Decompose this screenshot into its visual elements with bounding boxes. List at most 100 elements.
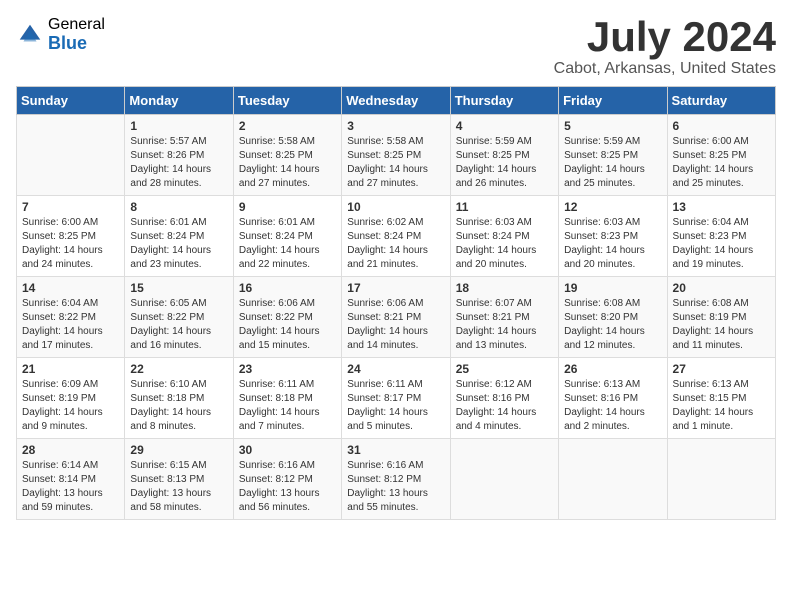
- day-number: 14: [22, 281, 119, 295]
- day-info: Sunrise: 5:57 AM Sunset: 8:26 PM Dayligh…: [130, 135, 227, 191]
- calendar-cell: 31Sunrise: 6:16 AM Sunset: 8:12 PM Dayli…: [342, 439, 450, 520]
- day-info: Sunrise: 6:01 AM Sunset: 8:24 PM Dayligh…: [130, 216, 227, 272]
- weekday-header: Sunday: [17, 87, 125, 115]
- calendar-cell: 11 Sunrise: 6:03 AM Sunset: 8:24 PM Dayli…: [450, 196, 558, 277]
- calendar-cell: 13 Sunrise: 6:04 AM Sunset: 8:23 PM Dayli…: [667, 196, 775, 277]
- day-number: 8: [130, 200, 227, 214]
- day-info: Sunrise: 5:58 AM Sunset: 8:25 PM Dayligh…: [347, 135, 444, 191]
- day-info: Sunrise: 6:03 AM Sunset: 8:24 PM Dayligh…: [456, 216, 553, 272]
- logo-icon: [16, 21, 44, 49]
- calendar-cell: 6Sunrise: 6:00 AM Sunset: 8:25 PM Daylig…: [667, 115, 775, 196]
- day-info: Sunrise: 6:04 AM Sunset: 8:23 PM Dayligh…: [673, 216, 770, 272]
- calendar-cell: 18 Sunrise: 6:07 AM Sunset: 8:21 PM Dayli…: [450, 277, 558, 358]
- day-info: Sunrise: 6:05 AM Sunset: 8:22 PM Dayligh…: [130, 297, 227, 353]
- day-info: Sunrise: 6:00 AM Sunset: 8:25 PM Dayligh…: [673, 135, 770, 191]
- day-info: Sunrise: 5:59 AM Sunset: 8:25 PM Dayligh…: [564, 135, 661, 191]
- weekday-header: Wednesday: [342, 87, 450, 115]
- day-number: 12: [564, 200, 661, 214]
- day-number: 3: [347, 119, 444, 133]
- day-info: Sunrise: 6:13 AM Sunset: 8:16 PM Dayligh…: [564, 378, 661, 434]
- calendar-cell: 12 Sunrise: 6:03 AM Sunset: 8:23 PM Dayli…: [559, 196, 667, 277]
- calendar-week-row: 1 Sunrise: 5:57 AM Sunset: 8:26 PM Daylig…: [17, 115, 776, 196]
- day-info: Sunrise: 6:09 AM Sunset: 8:19 PM Dayligh…: [22, 378, 119, 434]
- weekday-header: Saturday: [667, 87, 775, 115]
- calendar-table: SundayMondayTuesdayWednesdayThursdayFrid…: [16, 86, 776, 520]
- calendar-cell: 2 Sunrise: 5:58 AM Sunset: 8:25 PM Daylig…: [233, 115, 341, 196]
- calendar-cell: 22 Sunrise: 6:10 AM Sunset: 8:18 PM Dayli…: [125, 358, 233, 439]
- day-number: 4: [456, 119, 553, 133]
- day-info: Sunrise: 6:04 AM Sunset: 8:22 PM Dayligh…: [22, 297, 119, 353]
- day-number: 23: [239, 362, 336, 376]
- calendar-cell: 26 Sunrise: 6:13 AM Sunset: 8:16 PM Dayli…: [559, 358, 667, 439]
- logo: General Blue: [16, 16, 105, 53]
- day-number: 9: [239, 200, 336, 214]
- day-number: 20: [673, 281, 770, 295]
- day-number: 16: [239, 281, 336, 295]
- day-info: Sunrise: 6:06 AM Sunset: 8:21 PM Dayligh…: [347, 297, 444, 353]
- calendar-cell: 29 Sunrise: 6:15 AM Sunset: 8:13 PM Dayli…: [125, 439, 233, 520]
- day-number: 29: [130, 443, 227, 457]
- day-number: 10: [347, 200, 444, 214]
- day-number: 26: [564, 362, 661, 376]
- day-info: Sunrise: 6:08 AM Sunset: 8:19 PM Dayligh…: [673, 297, 770, 353]
- month-title: July 2024: [554, 16, 776, 58]
- day-info: Sunrise: 6:03 AM Sunset: 8:23 PM Dayligh…: [564, 216, 661, 272]
- day-info: Sunrise: 6:14 AM Sunset: 8:14 PM Dayligh…: [22, 459, 119, 515]
- day-number: 24: [347, 362, 444, 376]
- day-number: 2: [239, 119, 336, 133]
- calendar-cell: 1 Sunrise: 5:57 AM Sunset: 8:26 PM Daylig…: [125, 115, 233, 196]
- logo-text: General Blue: [48, 16, 105, 53]
- day-info: Sunrise: 6:01 AM Sunset: 8:24 PM Dayligh…: [239, 216, 336, 272]
- calendar-cell: [559, 439, 667, 520]
- calendar-cell: 20 Sunrise: 6:08 AM Sunset: 8:19 PM Dayli…: [667, 277, 775, 358]
- weekday-header-row: SundayMondayTuesdayWednesdayThursdayFrid…: [17, 87, 776, 115]
- location: Cabot, Arkansas, United States: [554, 60, 776, 78]
- calendar-cell: 24Sunrise: 6:11 AM Sunset: 8:17 PM Dayli…: [342, 358, 450, 439]
- day-number: 7: [22, 200, 119, 214]
- weekday-header: Friday: [559, 87, 667, 115]
- calendar-cell: 10 Sunrise: 6:02 AM Sunset: 8:24 PM Dayli…: [342, 196, 450, 277]
- logo-general: General: [48, 16, 105, 34]
- day-info: Sunrise: 6:12 AM Sunset: 8:16 PM Dayligh…: [456, 378, 553, 434]
- day-number: 18: [456, 281, 553, 295]
- weekday-header: Tuesday: [233, 87, 341, 115]
- calendar-cell: 25 Sunrise: 6:12 AM Sunset: 8:16 PM Dayli…: [450, 358, 558, 439]
- day-number: 27: [673, 362, 770, 376]
- calendar-cell: 30 Sunrise: 6:16 AM Sunset: 8:12 PM Dayli…: [233, 439, 341, 520]
- calendar-cell: 28Sunrise: 6:14 AM Sunset: 8:14 PM Dayli…: [17, 439, 125, 520]
- day-info: Sunrise: 6:00 AM Sunset: 8:25 PM Dayligh…: [22, 216, 119, 272]
- day-number: 30: [239, 443, 336, 457]
- day-info: Sunrise: 6:13 AM Sunset: 8:15 PM Dayligh…: [673, 378, 770, 434]
- calendar-cell: 15 Sunrise: 6:05 AM Sunset: 8:22 PM Dayli…: [125, 277, 233, 358]
- calendar-cell: 8 Sunrise: 6:01 AM Sunset: 8:24 PM Daylig…: [125, 196, 233, 277]
- day-number: 13: [673, 200, 770, 214]
- calendar-cell: 17Sunrise: 6:06 AM Sunset: 8:21 PM Dayli…: [342, 277, 450, 358]
- calendar-cell: [667, 439, 775, 520]
- day-info: Sunrise: 6:02 AM Sunset: 8:24 PM Dayligh…: [347, 216, 444, 272]
- calendar-week-row: 21Sunrise: 6:09 AM Sunset: 8:19 PM Dayli…: [17, 358, 776, 439]
- day-number: 11: [456, 200, 553, 214]
- day-info: Sunrise: 5:58 AM Sunset: 8:25 PM Dayligh…: [239, 135, 336, 191]
- weekday-header: Thursday: [450, 87, 558, 115]
- logo-blue: Blue: [48, 34, 105, 54]
- calendar-cell: 7 Sunrise: 6:00 AM Sunset: 8:25 PM Daylig…: [17, 196, 125, 277]
- day-number: 31: [347, 443, 444, 457]
- calendar-cell: 9 Sunrise: 6:01 AM Sunset: 8:24 PM Daylig…: [233, 196, 341, 277]
- calendar-cell: 16 Sunrise: 6:06 AM Sunset: 8:22 PM Dayli…: [233, 277, 341, 358]
- day-number: 22: [130, 362, 227, 376]
- calendar-cell: 27 Sunrise: 6:13 AM Sunset: 8:15 PM Dayli…: [667, 358, 775, 439]
- title-block: July 2024 Cabot, Arkansas, United States: [554, 16, 776, 78]
- day-info: Sunrise: 6:06 AM Sunset: 8:22 PM Dayligh…: [239, 297, 336, 353]
- weekday-header: Monday: [125, 87, 233, 115]
- calendar-cell: [17, 115, 125, 196]
- calendar-cell: 19Sunrise: 6:08 AM Sunset: 8:20 PM Dayli…: [559, 277, 667, 358]
- day-info: Sunrise: 6:08 AM Sunset: 8:20 PM Dayligh…: [564, 297, 661, 353]
- day-number: 25: [456, 362, 553, 376]
- day-info: Sunrise: 6:07 AM Sunset: 8:21 PM Dayligh…: [456, 297, 553, 353]
- calendar-cell: 21Sunrise: 6:09 AM Sunset: 8:19 PM Dayli…: [17, 358, 125, 439]
- day-info: Sunrise: 6:10 AM Sunset: 8:18 PM Dayligh…: [130, 378, 227, 434]
- day-info: Sunrise: 6:15 AM Sunset: 8:13 PM Dayligh…: [130, 459, 227, 515]
- day-number: 15: [130, 281, 227, 295]
- day-info: Sunrise: 6:16 AM Sunset: 8:12 PM Dayligh…: [239, 459, 336, 515]
- day-number: 1: [130, 119, 227, 133]
